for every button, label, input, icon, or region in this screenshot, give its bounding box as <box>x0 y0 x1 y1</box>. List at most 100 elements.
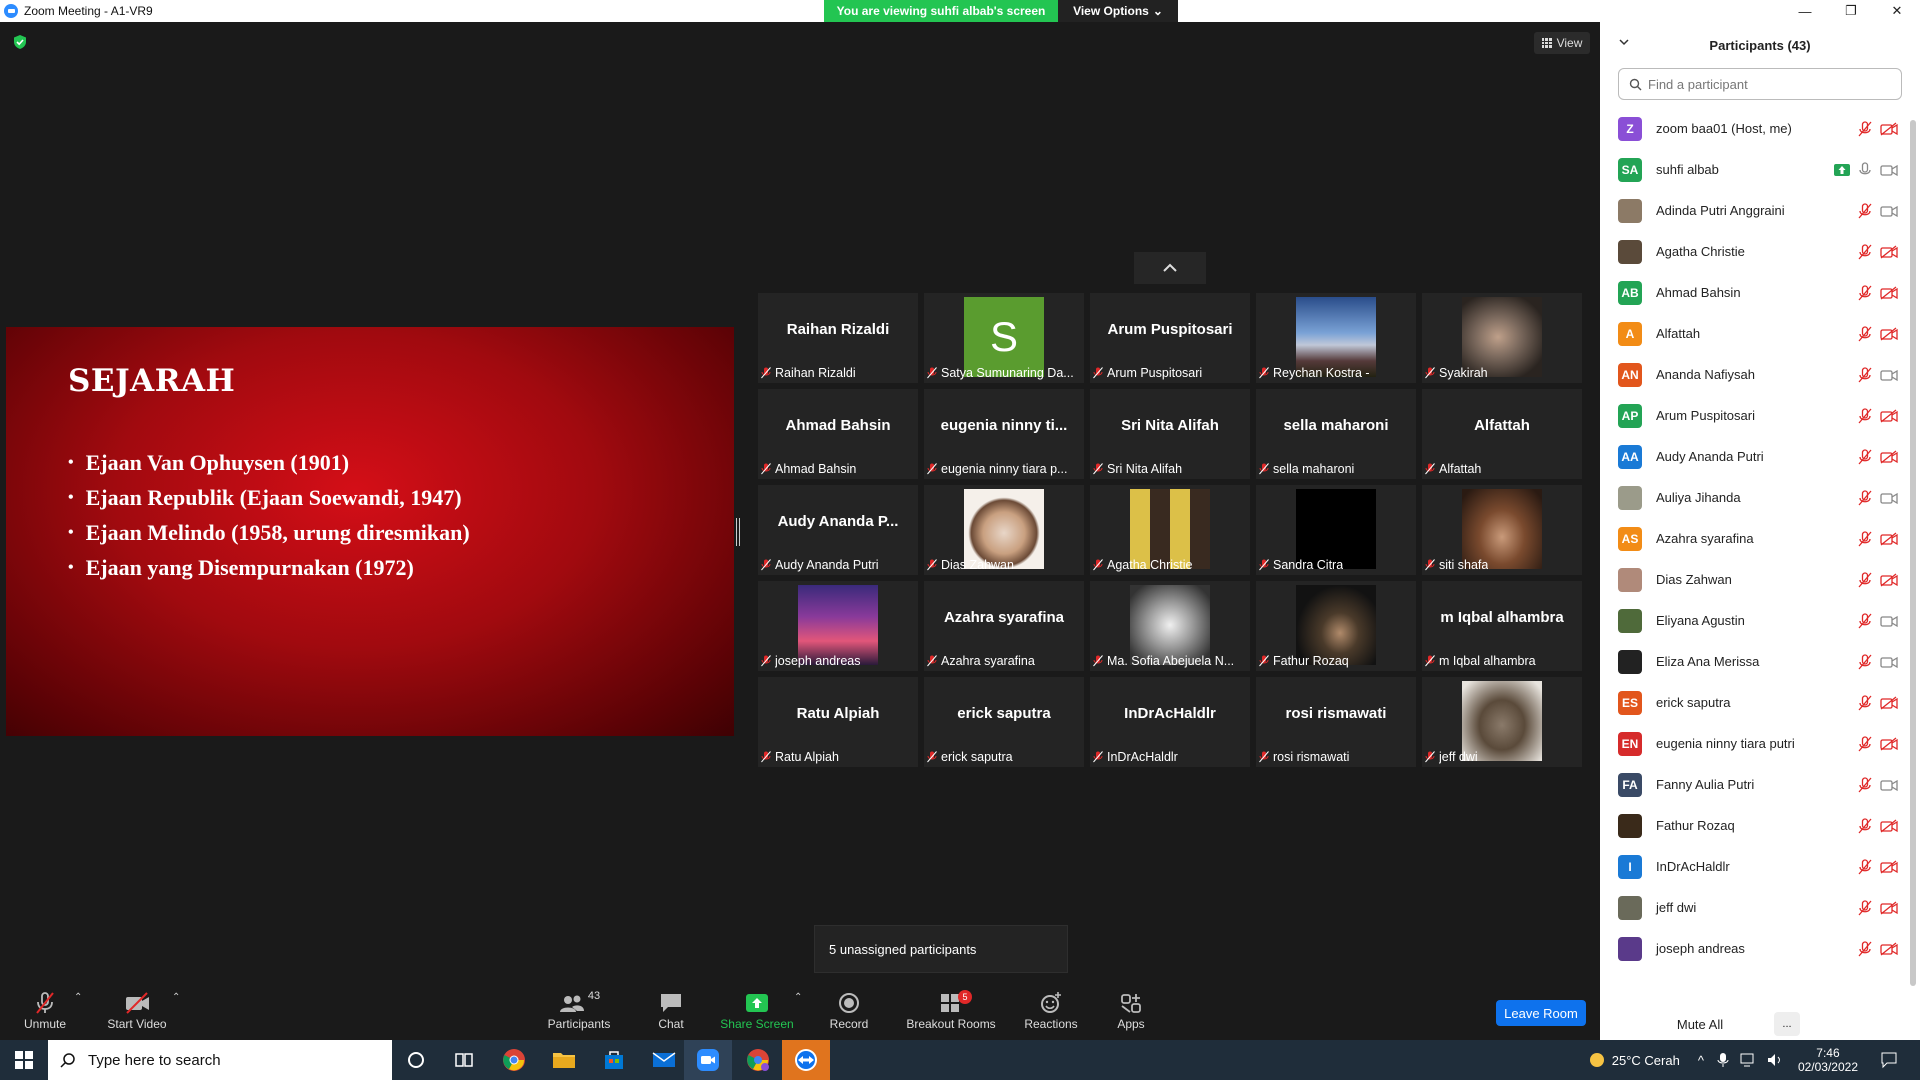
video-camera-off-icon[interactable] <box>1880 901 1898 915</box>
video-camera-off-icon[interactable] <box>1880 409 1898 423</box>
video-tile[interactable]: Syakirah <box>1422 293 1582 383</box>
video-camera-off-icon[interactable] <box>1880 696 1898 710</box>
participant-row[interactable]: Zzoom baa01 (Host, me) <box>1618 108 1898 149</box>
share-options-caret-icon[interactable]: ⌃ <box>794 992 802 1003</box>
start-video-button[interactable]: Start Video <box>92 990 182 1036</box>
microsoft-store-icon[interactable] <box>600 1046 628 1074</box>
video-camera-icon[interactable] <box>1880 163 1898 177</box>
video-tile[interactable]: Reychan Kostra - <box>1256 293 1416 383</box>
video-camera-off-icon[interactable] <box>1880 450 1898 464</box>
participant-row[interactable]: Eliyana Agustin <box>1618 600 1898 641</box>
participants-button[interactable]: 43 Participants <box>534 990 624 1036</box>
video-camera-icon[interactable] <box>1880 655 1898 669</box>
participant-row[interactable]: Fathur Rozaq <box>1618 805 1898 846</box>
network-icon[interactable] <box>1740 1052 1758 1068</box>
chrome-icon[interactable] <box>500 1046 528 1074</box>
video-tile[interactable]: Sandra Citra <box>1256 485 1416 575</box>
video-tile[interactable]: Arum Puspitosari Arum Puspitosari <box>1090 293 1250 383</box>
participant-row[interactable]: AB Ahmad Bahsin <box>1618 272 1898 313</box>
participant-row[interactable]: Dias Zahwan <box>1618 559 1898 600</box>
video-tile[interactable]: Audy Ananda P... Audy Ananda Putri <box>758 485 918 575</box>
video-camera-off-icon[interactable] <box>1880 573 1898 587</box>
microphone-muted-icon[interactable] <box>1858 244 1872 260</box>
video-camera-icon[interactable] <box>1880 368 1898 382</box>
video-tile[interactable]: joseph andreas <box>758 581 918 671</box>
task-view-icon[interactable] <box>450 1046 478 1074</box>
video-tile[interactable]: InDrAcHaldlr InDrAcHaldlr <box>1090 677 1250 767</box>
participant-row[interactable]: Auliya Jihanda <box>1618 477 1898 518</box>
participant-row[interactable]: ES erick saputra <box>1618 682 1898 723</box>
microphone-muted-icon[interactable] <box>1858 818 1872 834</box>
video-camera-off-icon[interactable] <box>1880 942 1898 956</box>
participant-row[interactable]: jeff dwi <box>1618 887 1898 928</box>
video-tile[interactable]: Azahra syarafina Azahra syarafina <box>924 581 1084 671</box>
video-camera-icon[interactable] <box>1880 614 1898 628</box>
video-camera-icon[interactable] <box>1880 778 1898 792</box>
collapse-gallery-button[interactable] <box>1134 252 1206 284</box>
microphone-muted-icon[interactable] <box>1858 900 1872 916</box>
participant-row[interactable]: FA Fanny Aulia Putri <box>1618 764 1898 805</box>
zoom-app-icon[interactable] <box>694 1046 722 1074</box>
notifications-icon[interactable] <box>1880 1051 1898 1069</box>
video-tile[interactable]: Ma. Sofia Abejuela N... <box>1090 581 1250 671</box>
volume-icon[interactable] <box>1766 1052 1784 1068</box>
video-tile[interactable]: Ahmad Bahsin Ahmad Bahsin <box>758 389 918 479</box>
taskbar-search-input[interactable]: Type here to search <box>48 1040 392 1080</box>
microphone-muted-icon[interactable] <box>1858 367 1872 383</box>
reactions-button[interactable]: Reactions <box>1006 990 1096 1036</box>
splitter-handle[interactable] <box>736 518 740 546</box>
record-button[interactable]: Record <box>804 990 894 1036</box>
windows-start-button[interactable] <box>10 1046 38 1074</box>
microphone-muted-icon[interactable] <box>1858 449 1872 465</box>
video-camera-off-icon[interactable] <box>1880 286 1898 300</box>
minimize-button[interactable]: — <box>1782 0 1828 22</box>
microphone-muted-icon[interactable] <box>1858 285 1872 301</box>
microphone-muted-icon[interactable] <box>1858 572 1872 588</box>
microphone-muted-icon[interactable] <box>1858 695 1872 711</box>
video-tile[interactable]: siti shafa <box>1422 485 1582 575</box>
video-tile[interactable]: Agatha Christie <box>1090 485 1250 575</box>
video-camera-icon[interactable] <box>1880 204 1898 218</box>
video-camera-off-icon[interactable] <box>1880 122 1898 136</box>
video-tile[interactable]: Raihan Rizaldi Raihan Rizaldi <box>758 293 918 383</box>
microphone-muted-icon[interactable] <box>1858 121 1872 137</box>
microphone-muted-icon[interactable] <box>1858 736 1872 752</box>
share-screen-button[interactable]: Share Screen <box>712 990 802 1036</box>
participant-row[interactable]: AN Ananda Nafiysah <box>1618 354 1898 395</box>
video-tile[interactable]: eugenia ninny ti... eugenia ninny tiara p… <box>924 389 1084 479</box>
teamviewer-icon[interactable] <box>792 1046 820 1074</box>
participant-row[interactable]: Eliza Ana Merissa <box>1618 641 1898 682</box>
security-shield-icon[interactable] <box>12 34 28 50</box>
participant-search-input[interactable]: Find a participant <box>1618 68 1902 100</box>
microphone-icon[interactable] <box>1858 162 1872 178</box>
participants-scrollbar[interactable] <box>1910 120 1916 986</box>
video-camera-off-icon[interactable] <box>1880 327 1898 341</box>
mail-icon[interactable] <box>650 1046 678 1074</box>
file-explorer-icon[interactable] <box>550 1046 578 1074</box>
view-button[interactable]: View <box>1534 32 1590 54</box>
restore-button[interactable]: ❐ <box>1828 0 1874 22</box>
chevron-down-icon[interactable] <box>1618 36 1630 48</box>
participant-row[interactable]: Adinda Putri Anggraini <box>1618 190 1898 231</box>
participant-row[interactable]: joseph andreas <box>1618 928 1898 969</box>
participant-row[interactable]: AA Audy Ananda Putri <box>1618 436 1898 477</box>
participant-row[interactable]: I InDrAcHaldlr <box>1618 846 1898 887</box>
video-camera-off-icon[interactable] <box>1880 819 1898 833</box>
leave-room-button[interactable]: Leave Room <box>1496 1000 1586 1026</box>
participant-row[interactable]: AP Arum Puspitosari <box>1618 395 1898 436</box>
video-camera-off-icon[interactable] <box>1880 532 1898 546</box>
microphone-muted-icon[interactable] <box>1858 777 1872 793</box>
microphone-icon[interactable] <box>1716 1052 1730 1068</box>
microphone-muted-icon[interactable] <box>1858 326 1872 342</box>
view-options-button[interactable]: View Options ⌄ <box>1058 0 1178 22</box>
microphone-muted-icon[interactable] <box>1858 490 1872 506</box>
chat-button[interactable]: Chat <box>626 990 716 1036</box>
unassigned-participants-notice[interactable]: 5 unassigned participants <box>814 925 1068 973</box>
participant-row[interactable]: EN eugenia ninny tiara putri <box>1618 723 1898 764</box>
microphone-muted-icon[interactable] <box>1858 203 1872 219</box>
video-tile[interactable]: Fathur Rozaq <box>1256 581 1416 671</box>
microphone-muted-icon[interactable] <box>1858 408 1872 424</box>
video-tile[interactable]: S Satya Sumunaring Da... <box>924 293 1084 383</box>
video-tile[interactable]: jeff dwi <box>1422 677 1582 767</box>
video-tile[interactable]: Ratu Alpiah Ratu Alpiah <box>758 677 918 767</box>
